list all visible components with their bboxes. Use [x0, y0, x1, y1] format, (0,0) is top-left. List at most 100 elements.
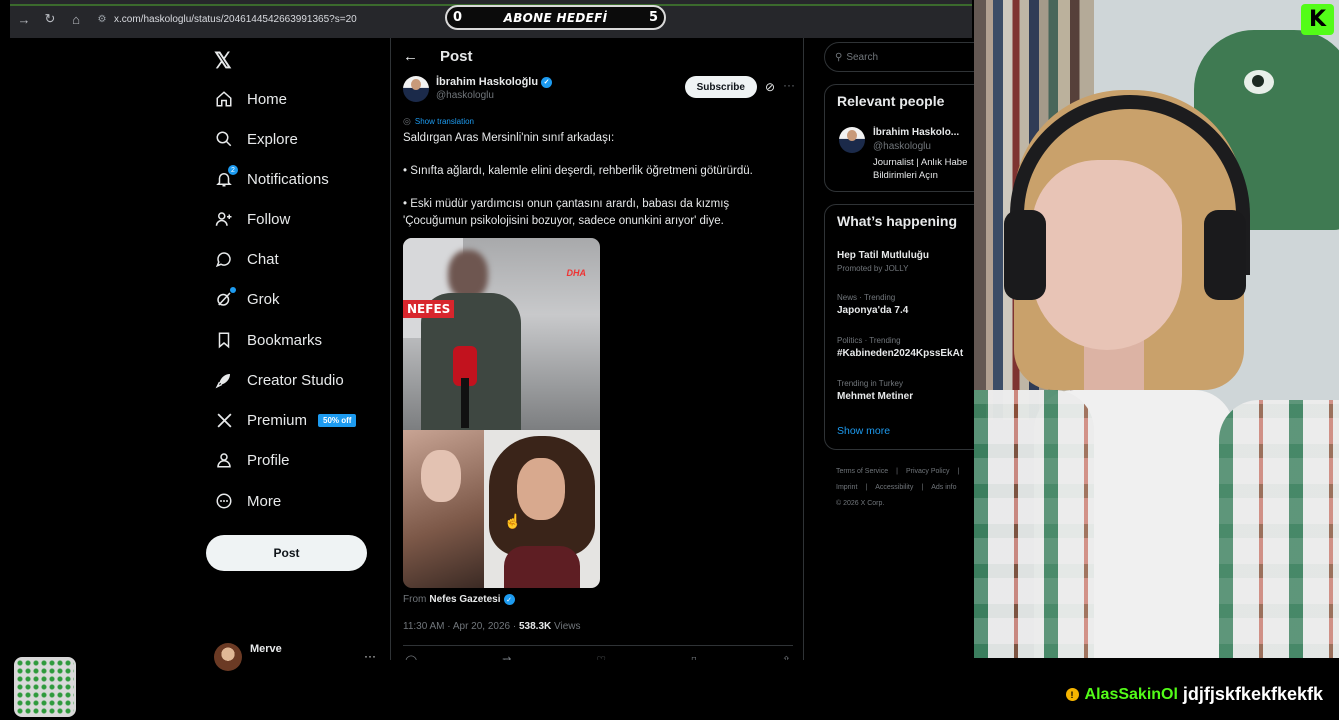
search-icon: ⚲	[835, 51, 843, 63]
avatar[interactable]	[403, 76, 429, 102]
relevant-person[interactable]: İbrahim Haskolo... @haskologlu Journalis…	[839, 127, 967, 182]
footer-link[interactable]: Privacy Policy	[906, 468, 950, 475]
views-count: 538.3K	[519, 621, 552, 632]
footer-link[interactable]: Terms of Service	[836, 468, 888, 475]
promoted-label: Promoted by JOLLY	[837, 264, 909, 273]
photo-left	[403, 430, 484, 588]
trend-title: Japonya'da 7.4	[837, 305, 909, 316]
forward-icon[interactable]: →	[12, 7, 36, 31]
grok-icon[interactable]: ⊘	[765, 80, 775, 94]
divider	[403, 645, 793, 646]
globe-icon: ◎	[403, 116, 411, 126]
trend-item[interactable]: News · Trending Japonya'da 7.4	[837, 293, 908, 316]
bookmark-icon	[214, 330, 234, 350]
post-column: ← Post İbrahim Haskoloğlu ✓ @haskologlu …	[390, 38, 804, 660]
chat-message: ! AlasSakinOl jdjfjskfkekfkekfk	[1065, 684, 1323, 705]
post-meta: 11:30 AM · Apr 20, 2026 · 538.3K Views	[403, 621, 581, 632]
sidebar-item-label: Follow	[247, 210, 291, 228]
verified-badge-icon: ✓	[503, 594, 515, 605]
sidebar-item-grok[interactable]: Grok	[214, 286, 280, 312]
more-horizontal-icon[interactable]: ···	[783, 78, 795, 92]
goal-current: 0	[453, 10, 463, 25]
chat-username: AlasSakinOl	[1084, 685, 1178, 703]
back-arrow-icon[interactable]: ←	[403, 48, 418, 65]
bell-icon: 2	[214, 165, 238, 189]
footer-link[interactable]: Ads info	[931, 484, 956, 491]
subscribe-button[interactable]: Subscribe	[684, 76, 757, 98]
site-settings-icon[interactable]: ⚙	[94, 14, 110, 25]
sidebar-item-creator-studio[interactable]: Creator Studio	[214, 367, 344, 393]
account-name: Merve	[250, 643, 282, 655]
goal-target: 5	[648, 10, 658, 25]
sidebar-item-follow[interactable]: Follow	[214, 206, 290, 232]
sidebar-item-chat[interactable]: Chat	[214, 246, 279, 272]
post-text-line: 'Çocuğumun psikolojisini bozuyor, sadece…	[403, 214, 724, 227]
author-handle[interactable]: @haskologlu	[436, 90, 552, 101]
sidebar-item-home[interactable]: Home	[214, 86, 287, 112]
home-browser-icon[interactable]: ⌂	[64, 7, 88, 31]
right-sidebar: ⚲ Search Relevant people İbrahim Haskolo…	[824, 38, 974, 660]
grok-dot	[230, 287, 236, 293]
sidebar-item-bookmarks[interactable]: Bookmarks	[214, 327, 322, 353]
trend-item[interactable]: Trending in Turkey Mehmet Metiner	[837, 379, 913, 402]
plaid-shirt	[974, 390, 1094, 658]
footer-link[interactable]: Accessibility	[875, 484, 913, 491]
relevant-people-card: Relevant people İbrahim Haskolo... @hask…	[824, 84, 974, 192]
author-name: İbrahim Haskoloğlu	[436, 76, 539, 88]
show-translation-link[interactable]: ◎ Show translation	[403, 116, 474, 127]
reply-icon[interactable]: ◯	[405, 654, 417, 660]
section-title: What’s happening	[837, 213, 958, 229]
sidebar-item-notifications[interactable]: 2 Notifications	[214, 165, 329, 192]
address-bar[interactable]: ⚙ x.com/haskologlu/status/20461445426639…	[94, 7, 434, 31]
sidebar-item-label: Profile	[247, 451, 290, 469]
more-horizontal-icon[interactable]: ···	[364, 649, 376, 663]
kick-logo-icon: K	[1301, 4, 1334, 35]
chat-text: jdjfjskfkekfkekfk	[1182, 684, 1323, 704]
x-logo-icon[interactable]: 𝕏	[214, 48, 232, 74]
footer-links: Terms of Service | Privacy Policy | Imprint…	[836, 464, 974, 512]
left-sidebar: 𝕏 Home Explore 2 Notifications Follow Ch…	[200, 38, 390, 671]
dha-logo: DHA	[566, 268, 587, 278]
copyright: © 2026 X Corp.	[836, 500, 885, 507]
grok-icon	[214, 287, 236, 309]
reload-icon[interactable]: ↻	[38, 7, 62, 31]
sidebar-item-label: Home	[247, 90, 288, 108]
sidebar-item-label: Premium	[247, 411, 308, 429]
trend-category: Politics · Trending	[837, 336, 901, 345]
post-header: ← Post	[403, 48, 473, 65]
x-logo-icon	[214, 410, 234, 430]
avatar	[214, 643, 242, 671]
footer-sep: |	[921, 484, 924, 491]
person-plus-icon	[214, 209, 234, 229]
sidebar-item-premium[interactable]: Premium 50% off	[214, 407, 357, 433]
sidebar-item-explore[interactable]: Explore	[214, 126, 298, 152]
sidebar-item-profile[interactable]: Profile	[214, 447, 290, 473]
share-icon[interactable]: ⇧	[782, 654, 791, 660]
post-timestamp[interactable]: 11:30 AM · Apr 20, 2026 ·	[403, 621, 519, 632]
video-frame: NEFES DHA	[403, 238, 600, 433]
views-label: Views	[551, 621, 581, 632]
footer-link[interactable]: Imprint	[836, 484, 857, 491]
post-button[interactable]: Post	[206, 535, 367, 571]
post-text-line: • Eski müdür yardımcısı onun çantasını a…	[403, 198, 730, 210]
trend-item[interactable]: Politics · Trending #Kabineden2024KpssEk…	[837, 336, 963, 359]
notification-badge: 2	[228, 165, 238, 175]
like-icon[interactable]: ♡	[596, 654, 606, 660]
whats-happening-card: What’s happening Hep Tatil Mutluluğu Pro…	[824, 204, 974, 450]
author-name-row[interactable]: İbrahim Haskoloğlu ✓	[436, 76, 553, 88]
sidebar-item-label: More	[247, 492, 282, 510]
post-author: İbrahim Haskoloğlu ✓ @haskologlu Subscri…	[403, 76, 795, 102]
post-media[interactable]: NEFES DHA	[403, 238, 600, 588]
sidebar-item-label: Creator Studio	[247, 371, 344, 389]
search-icon	[214, 129, 234, 149]
search-input[interactable]: ⚲ Search	[824, 42, 974, 72]
bookmark-icon[interactable]: ▯	[691, 654, 697, 660]
sidebar-item-more[interactable]: More	[214, 488, 281, 514]
trend-item[interactable]: Hep Tatil Mutluluğu Promoted by JOLLY	[837, 247, 929, 273]
plaid-shirt	[1219, 400, 1339, 658]
show-more-link[interactable]: Show more	[837, 425, 890, 437]
account-switcher[interactable]: Merve ···	[214, 643, 376, 671]
source-link[interactable]: Nefes Gazetesi	[429, 594, 500, 605]
more-circle-icon	[214, 491, 234, 511]
repost-icon[interactable]: ⇄	[502, 654, 511, 660]
